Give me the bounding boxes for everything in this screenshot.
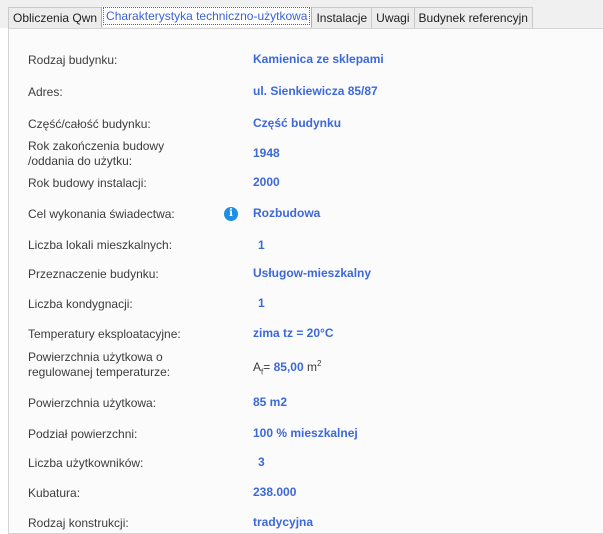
area-split-value[interactable]: 100 % mieszkalnej [253, 426, 358, 440]
floors-value[interactable]: 1 [258, 296, 265, 310]
usage-label: Przeznaczenie budynku: [28, 267, 159, 281]
construction-label: Rodzaj konstrukcji: [28, 516, 129, 530]
part-label: Część/całość budynku: [28, 117, 151, 131]
part-value[interactable]: Część budynku [253, 116, 341, 130]
heated-area-value[interactable]: Af= 85,00 m2 [253, 357, 321, 379]
area-symbol: A [253, 360, 262, 374]
temperatures-value[interactable]: zima tz = 20°C [253, 326, 334, 340]
volume-value[interactable]: 238.000 [253, 485, 296, 499]
install-year-value[interactable]: 2000 [253, 175, 280, 189]
temperatures-label: Temperatury eksploatacyjne: [28, 327, 181, 341]
purpose-value[interactable]: Rozbudowa [253, 206, 320, 220]
floors-label: Liczba kondygnacji: [28, 297, 133, 311]
properties-panel: Rodzaj budynku: Kamienica ze sklepami Ad… [8, 28, 603, 534]
usable-area-label: Powierzchnia użytkowa: [28, 396, 157, 410]
area-number: 85,00 [273, 360, 304, 374]
tabs-row: Obliczenia Qwn Charakterystyka techniczn… [8, 7, 603, 29]
usage-value[interactable]: Usługow-mieszkalny [253, 266, 371, 280]
area-eq: = [263, 360, 271, 374]
area-unit: m [306, 360, 317, 374]
address-label: Adres: [28, 85, 63, 99]
volume-label: Kubatura: [28, 486, 81, 500]
heated-area-label-2: regulowanej temperaturze: [28, 365, 171, 379]
tab-uwagi[interactable]: Uwagi [371, 7, 415, 28]
completion-year-label-2: /oddania do użytku: [28, 154, 133, 168]
building-type-label: Rodzaj budynku: [28, 53, 118, 67]
building-type-value[interactable]: Kamienica ze sklepami [253, 52, 384, 66]
tab-budynek-referencyjny[interactable]: Budynek referencyjn [413, 7, 533, 28]
install-year-label: Rok budowy instalacji: [28, 176, 147, 190]
area-split-label: Podział powierzchni: [28, 427, 138, 441]
purpose-label: Cel wykonania świadectwa: [28, 207, 175, 221]
usable-area-value[interactable]: 85 m2 [253, 395, 287, 409]
tab-obliczenia-qwn[interactable]: Obliczenia Qwn [8, 7, 103, 28]
users-value[interactable]: 3 [258, 455, 265, 469]
address-value[interactable]: ul. Sienkiewicza 85/87 [253, 84, 378, 98]
units-value[interactable]: 1 [258, 238, 265, 252]
tab-charakterystyka[interactable]: Charakterystyka techniczno-użytkowa [101, 7, 313, 27]
tab-instalacje[interactable]: Instalacje [311, 7, 373, 28]
units-label: Liczba lokali mieszkalnych: [28, 238, 173, 252]
tab-bar: Obliczenia Qwn Charakterystyka techniczn… [0, 0, 603, 28]
area-unit-sup: 2 [316, 359, 322, 368]
heated-area-label-1: Powierzchnia użytkowa o [28, 350, 163, 364]
users-label: Liczba użytkowników: [28, 456, 144, 470]
completion-year-label-1: Rok zakończenia budowy [28, 139, 165, 153]
construction-value[interactable]: tradycyjna [253, 515, 313, 529]
info-icon[interactable]: i [224, 207, 238, 221]
completion-year-value[interactable]: 1948 [253, 146, 280, 160]
